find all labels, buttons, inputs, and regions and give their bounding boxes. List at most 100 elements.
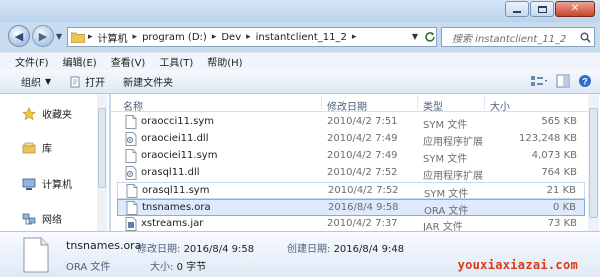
column-divider[interactable] bbox=[417, 96, 418, 110]
jar-file-icon bbox=[125, 217, 137, 231]
file-size: 21 KB bbox=[546, 185, 576, 196]
nav-item-favorites[interactable]: 收藏夹 bbox=[22, 106, 72, 121]
command-bar: 组织 ▼ 打开 新建文件夹 ? bbox=[0, 70, 600, 94]
file-size: 764 KB bbox=[541, 167, 577, 178]
refresh-button[interactable] bbox=[422, 27, 438, 47]
file-name: oraocci11.sym bbox=[141, 116, 215, 127]
file-name: xstreams.jar bbox=[141, 218, 204, 229]
search-input[interactable]: 搜索 instantclient_11_2 bbox=[442, 30, 576, 45]
file-size: 0 KB bbox=[553, 202, 576, 213]
nav-item-network[interactable]: 网络 bbox=[22, 211, 62, 226]
file-size: 123,248 KB bbox=[519, 133, 577, 144]
details-file-type: ORA 文件 bbox=[66, 262, 111, 273]
column-divider[interactable] bbox=[484, 96, 485, 110]
file-date: 2010/4/2 7:51 bbox=[327, 116, 398, 127]
menu-view[interactable]: 查看(V) bbox=[104, 54, 153, 69]
file-date: 2010/4/2 7:52 bbox=[328, 185, 399, 196]
file-row[interactable]: oraociei11.dll 2010/4/2 7:49 应用程序扩展 123,248… bbox=[117, 131, 585, 148]
file-list-scrollbar[interactable] bbox=[588, 94, 599, 231]
new-folder-button[interactable]: 新建文件夹 bbox=[114, 74, 182, 89]
search-box[interactable]: 搜索 instantclient_11_2 bbox=[441, 27, 595, 47]
menu-tools[interactable]: 工具(T) bbox=[152, 54, 200, 69]
file-size: 565 KB bbox=[541, 116, 577, 127]
file-list: 名称 修改日期 类型 大小 oraocci11.sym 2010/4/2 7:51… bbox=[111, 94, 600, 233]
breadcrumb-current-folder[interactable]: instantclient_11_2 bbox=[253, 32, 350, 43]
column-header-type[interactable]: 类型 bbox=[423, 98, 443, 113]
breadcrumb-computer[interactable]: 计算机 bbox=[95, 30, 131, 45]
file-row[interactable]: oraocci11.sym 2010/4/2 7:51 SYM 文件 565 KB bbox=[117, 114, 585, 131]
file-name: orasql11.sym bbox=[142, 185, 210, 196]
maximize-button[interactable] bbox=[530, 1, 554, 17]
file-row[interactable]: oraociei11.sym 2010/4/2 7:49 SYM 文件 4,073 K… bbox=[117, 148, 585, 165]
column-header-date[interactable]: 修改日期 bbox=[327, 98, 367, 113]
navigation-pane: 收藏夹 库 计算机 网络 bbox=[0, 94, 110, 231]
title-bar: ✕ bbox=[0, 0, 600, 22]
nav-scrollbar-thumb[interactable] bbox=[98, 108, 106, 188]
nav-item-computer[interactable]: 计算机 bbox=[22, 176, 72, 191]
search-icon[interactable] bbox=[576, 32, 594, 43]
folder-icon bbox=[70, 28, 86, 46]
forward-button[interactable]: ▶ bbox=[32, 25, 54, 47]
file-row[interactable]: orasql11.dll 2010/4/2 7:52 应用程序扩展 764 KB bbox=[117, 165, 585, 182]
address-bar[interactable]: ▸ 计算机 ▸ program (D:) ▸ Dev ▸ instantclie… bbox=[67, 27, 437, 47]
breadcrumb-chevron-icon[interactable]: ▸ bbox=[210, 32, 219, 42]
details-pane: tnsnames.ora ORA 文件 修改日期: 2016/8/4 9:58 … bbox=[0, 231, 600, 277]
view-controls: ? bbox=[530, 74, 592, 88]
details-size: 大小: 0 字节 bbox=[150, 262, 207, 273]
open-label: 打开 bbox=[85, 78, 106, 89]
minimize-button[interactable] bbox=[505, 1, 529, 17]
network-icon bbox=[22, 213, 36, 224]
details-created: 创建日期: 2016/8/4 9:48 bbox=[287, 244, 405, 255]
back-button[interactable]: ◀ bbox=[8, 25, 30, 47]
refresh-icon bbox=[425, 32, 435, 42]
nav-item-libraries[interactable]: 库 bbox=[22, 140, 52, 155]
breadcrumb-chevron-icon[interactable]: ▸ bbox=[86, 32, 95, 42]
file-size: 4,073 KB bbox=[531, 150, 577, 161]
nav-item-label: 计算机 bbox=[42, 180, 72, 191]
file-row[interactable]: tnsnames.ora 2016/8/4 9:58 ORA 文件 0 KB bbox=[117, 199, 585, 217]
file-name: tnsnames.ora bbox=[142, 202, 211, 213]
nav-item-label: 收藏夹 bbox=[42, 110, 72, 121]
organize-button[interactable]: 组织 ▼ bbox=[12, 74, 60, 89]
nav-scrollbar[interactable] bbox=[97, 94, 107, 231]
address-dropdown-icon[interactable]: ▼ bbox=[412, 32, 418, 41]
computer-icon bbox=[22, 178, 36, 190]
breadcrumb-chevron-icon[interactable]: ▸ bbox=[350, 32, 359, 42]
file-name: oraociei11.dll bbox=[141, 133, 209, 144]
new-folder-label: 新建文件夹 bbox=[123, 78, 174, 89]
watermark-text: youxiaxiazai.com bbox=[457, 258, 578, 272]
generic-file-icon bbox=[23, 237, 49, 273]
nav-item-label: 网络 bbox=[42, 215, 62, 226]
details-file-name: tnsnames.ora bbox=[66, 239, 142, 252]
column-divider[interactable] bbox=[321, 96, 322, 110]
recent-pages-dropdown-icon[interactable]: ▼ bbox=[56, 32, 62, 41]
menu-file[interactable]: 文件(F) bbox=[8, 54, 56, 69]
column-header-name[interactable]: 名称 bbox=[123, 98, 143, 113]
file-name: oraociei11.sym bbox=[141, 150, 218, 161]
window-controls: ✕ bbox=[505, 1, 595, 17]
file-list-scrollbar-thumb[interactable] bbox=[589, 108, 598, 218]
back-arrow-icon: ◀ bbox=[14, 29, 24, 43]
open-button[interactable]: 打开 bbox=[60, 74, 114, 89]
navigation-bar: ◀ ▶ ▼ ▸ 计算机 ▸ program (D:) ▸ Dev ▸ insta… bbox=[0, 22, 600, 52]
svg-text:?: ? bbox=[582, 77, 588, 87]
change-view-icon[interactable] bbox=[530, 74, 548, 88]
breadcrumb-dev[interactable]: Dev bbox=[218, 32, 244, 43]
dll-file-icon bbox=[125, 132, 137, 146]
breadcrumb-drive[interactable]: program (D:) bbox=[139, 32, 210, 43]
menu-edit[interactable]: 编辑(E) bbox=[56, 54, 104, 69]
generic-file-icon bbox=[126, 201, 138, 215]
column-header-size[interactable]: 大小 bbox=[490, 98, 510, 113]
open-file-icon bbox=[70, 76, 80, 87]
file-date: 2010/4/2 7:49 bbox=[327, 150, 398, 161]
menu-help[interactable]: 帮助(H) bbox=[200, 54, 249, 69]
close-button[interactable]: ✕ bbox=[555, 1, 595, 17]
help-icon[interactable]: ? bbox=[578, 74, 592, 88]
column-header-row: 名称 修改日期 类型 大小 bbox=[111, 94, 588, 113]
breadcrumb-chevron-icon[interactable]: ▸ bbox=[244, 32, 253, 42]
nav-item-label: 库 bbox=[42, 144, 52, 155]
file-row[interactable]: orasql11.sym 2010/4/2 7:52 SYM 文件 21 KB bbox=[117, 182, 585, 200]
preview-pane-icon[interactable] bbox=[556, 74, 570, 88]
forward-arrow-icon: ▶ bbox=[38, 29, 48, 43]
breadcrumb-chevron-icon[interactable]: ▸ bbox=[131, 32, 140, 42]
